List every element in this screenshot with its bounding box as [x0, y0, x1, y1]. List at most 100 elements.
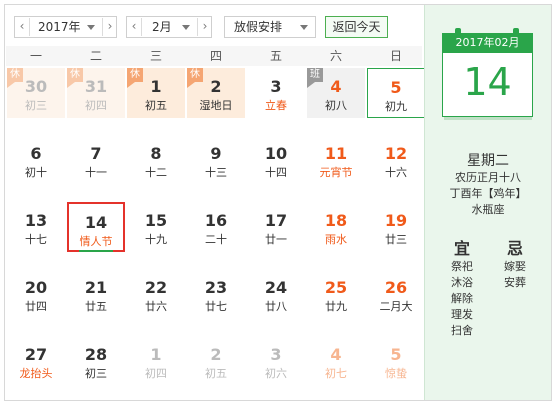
day-cell[interactable]: 22 廿六	[127, 269, 185, 319]
day-cell[interactable]: 休 2 湿地日	[187, 68, 245, 118]
prev-year-icon[interactable]: ‹	[15, 17, 29, 37]
day-cell[interactable]: 17 廿一	[247, 202, 305, 252]
day-cell[interactable]: 26 二月大	[367, 269, 425, 319]
day-number: 22	[144, 278, 168, 297]
day-cell[interactable]: 18 雨水	[307, 202, 365, 252]
day-cell[interactable]: 8 十二	[127, 135, 185, 185]
day-cell[interactable]: 4 初七	[307, 336, 365, 386]
lunar-label: 廿八	[265, 300, 287, 313]
divider	[29, 18, 30, 36]
day-cell[interactable]: 28 初三	[67, 336, 125, 386]
day-cell[interactable]: 16 二十	[187, 202, 245, 252]
day-cell[interactable]: 15 十九	[127, 202, 185, 252]
day-cell[interactable]: 19 廿三	[367, 202, 425, 252]
lunar-label: 十二	[145, 166, 167, 179]
day-cell[interactable]: 班 4 初八	[307, 68, 365, 118]
day-cell[interactable]: 20 廿四	[7, 269, 65, 319]
lunar-label: 廿五	[85, 300, 107, 313]
next-year-icon[interactable]: ›	[103, 17, 117, 37]
day-number: 4	[330, 345, 342, 364]
lunar-label: 十一	[85, 166, 107, 179]
day-cell[interactable]: 2 初五	[187, 336, 245, 386]
weekday-label: 二	[89, 49, 102, 63]
lunar-label: 初四	[145, 367, 167, 380]
day-cell[interactable]: 休 1 初五	[127, 68, 185, 118]
day-number: 9	[210, 144, 222, 163]
day-number: 30	[24, 77, 48, 96]
day-cell[interactable]: 1 初四	[127, 336, 185, 386]
yi-item: 解除	[451, 292, 473, 305]
lunar-label: 初五	[145, 99, 167, 112]
day-number: 5	[390, 78, 402, 97]
day-cell[interactable]: 3 立春	[247, 68, 305, 118]
divider	[141, 18, 142, 36]
day-cell[interactable]: 5 惊蛰	[367, 336, 425, 386]
lunar-label: 初四	[85, 99, 107, 112]
day-number: 18	[324, 211, 348, 230]
day-number: 3	[270, 77, 282, 96]
day-cell[interactable]: 7 十一	[67, 135, 125, 185]
lunar-label: 廿三	[385, 233, 407, 246]
day-cell[interactable]: 23 廿七	[187, 269, 245, 319]
back-to-today-button[interactable]: 返回今天	[325, 16, 388, 38]
date-leaf: 2017年02月 14	[442, 28, 533, 117]
leaf-shadow	[444, 117, 532, 120]
next-month-icon[interactable]: ›	[198, 17, 212, 37]
day-number: 10	[264, 144, 288, 163]
lunar-label: 情人节	[79, 235, 113, 248]
day-cell[interactable]: 6 初十	[7, 135, 65, 185]
day-cell[interactable]: 9 十三	[187, 135, 245, 185]
chevron-down-icon[interactable]	[87, 25, 95, 30]
day-cell[interactable]: 27 龙抬头	[7, 336, 65, 386]
day-cell[interactable]: 21 廿五	[67, 269, 125, 319]
day-number: 2	[210, 77, 222, 96]
lunar-label: 初十	[25, 166, 47, 179]
day-cell[interactable]: 10 十四	[247, 135, 305, 185]
lunar-label: 湿地日	[199, 99, 233, 112]
lunar-label: 龙抬头	[19, 367, 53, 380]
day-number: 1	[150, 345, 162, 364]
yi-list: 祭祀 沐浴 解除 理发 扫舍	[442, 259, 482, 339]
day-cell[interactable]: 3 初六	[247, 336, 305, 386]
day-cell[interactable]: 5 初九	[367, 68, 425, 118]
lunar-label: 元宵节	[319, 166, 353, 179]
day-cell[interactable]: 休 31 初四	[67, 68, 125, 118]
day-cell[interactable]: 休 30 初三	[7, 68, 65, 118]
day-cell[interactable]: 24 廿八	[247, 269, 305, 319]
lunar-date: 农历正月十八	[455, 171, 521, 184]
holiday-select-value[interactable]: 放假安排	[234, 17, 282, 37]
day-number: 20	[24, 278, 48, 297]
lunar-label: 初三	[85, 367, 107, 380]
chevron-down-icon[interactable]	[300, 25, 308, 30]
day-number: 12	[384, 144, 408, 163]
ji-list: 嫁娶 安葬	[495, 259, 535, 291]
day-cell[interactable]: 13 十七	[7, 202, 65, 252]
day-number: 28	[84, 345, 108, 364]
day-number: 27	[24, 345, 48, 364]
day-number: 6	[30, 144, 42, 163]
lunar-label: 惊蛰	[385, 367, 407, 380]
day-cell[interactable]: 14 情人节	[67, 202, 125, 252]
year-selector[interactable]: ‹ 2017年 ›	[14, 16, 117, 38]
day-number: 19	[384, 211, 408, 230]
day-cell[interactable]: 11 元宵节	[307, 135, 365, 185]
ji-item: 安葬	[504, 276, 526, 289]
day-cell[interactable]: 25 廿九	[307, 269, 365, 319]
lunar-label: 初六	[265, 367, 287, 380]
day-number: 7	[90, 144, 102, 163]
lunar-label: 初八	[325, 99, 347, 112]
holiday-select[interactable]: 放假安排	[224, 16, 316, 38]
day-number: 1	[150, 77, 162, 96]
day-cell[interactable]: 12 十六	[367, 135, 425, 185]
year-value[interactable]: 2017年	[38, 17, 81, 37]
lunar-label: 立春	[265, 99, 287, 112]
month-selector[interactable]: ‹ 2月 ›	[126, 16, 212, 38]
lunar-label: 十七	[25, 233, 47, 246]
prev-month-icon[interactable]: ‹	[127, 17, 141, 37]
day-number: 17	[264, 211, 288, 230]
lunar-label: 初三	[25, 99, 47, 112]
weekday-label: 六	[329, 49, 342, 63]
chevron-down-icon[interactable]	[182, 25, 190, 30]
month-value[interactable]: 2月	[152, 17, 172, 37]
yi-item: 祭祀	[451, 260, 473, 273]
